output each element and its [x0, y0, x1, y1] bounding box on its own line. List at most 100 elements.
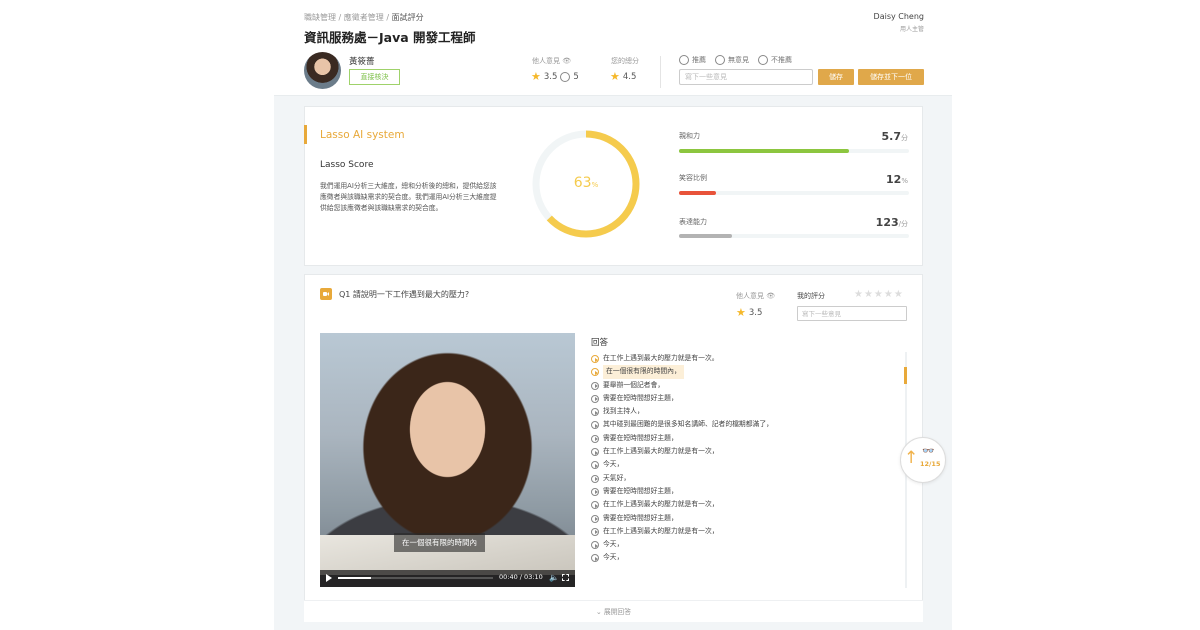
- others-opinion-label: 他人意見 👁: [736, 291, 775, 301]
- expand-label: 展開回答: [603, 608, 632, 616]
- your-total-value: 4.5: [622, 71, 637, 82]
- metric-label: 親和力: [679, 132, 700, 140]
- answer-item[interactable]: 在工作上遇到最大的壓力就是有一次，: [591, 445, 781, 458]
- play-circle-icon[interactable]: [591, 368, 599, 377]
- neutral-option[interactable]: 無意見: [715, 55, 749, 65]
- metric-unit: /分: [898, 220, 908, 228]
- candidate-avatar: [304, 52, 341, 89]
- answer-item[interactable]: 找到主持人，: [591, 405, 781, 418]
- glasses-icon: 👓: [922, 446, 935, 457]
- eye-icon[interactable]: 👁: [766, 292, 775, 300]
- metric-number: 123: [875, 216, 899, 229]
- others-rating-value: 3.5: [748, 307, 763, 318]
- not-recommend-option[interactable]: 不推薦: [758, 55, 792, 65]
- metric-value: 123/分: [876, 216, 908, 229]
- save-and-next-button[interactable]: 儲存並下一位: [858, 69, 924, 85]
- play-circle-icon[interactable]: [591, 487, 599, 496]
- play-circle-icon[interactable]: [591, 554, 599, 563]
- answer-text: 今天，: [603, 540, 624, 549]
- video-time: 00:40 / 03:10: [499, 573, 543, 581]
- play-circle-icon[interactable]: [591, 408, 599, 417]
- recommend-option[interactable]: 推薦: [679, 55, 706, 65]
- others-opinion-text: 他人意見: [736, 292, 764, 300]
- save-button[interactable]: 儲存: [818, 69, 854, 85]
- video-progress-bar[interactable]: [338, 577, 493, 579]
- play-circle-icon[interactable]: [591, 434, 599, 443]
- answer-item[interactable]: 在一個很有限的時間內，: [591, 365, 781, 379]
- play-circle-icon[interactable]: [591, 461, 599, 470]
- video-subtitle: 在一個很有限的時間內: [394, 533, 485, 552]
- answer-item[interactable]: 今天，: [591, 458, 781, 471]
- answer-item[interactable]: 需要在短時間想好主題，: [591, 432, 781, 445]
- answer-item[interactable]: 天氣好，: [591, 472, 781, 485]
- play-circle-icon[interactable]: [591, 514, 599, 523]
- arrow-up-icon[interactable]: ↑: [904, 448, 918, 468]
- metric-number: 12: [886, 173, 902, 186]
- others-opinion-label: 他人意見 👁: [532, 56, 571, 66]
- star-icon: ★: [736, 306, 746, 319]
- answer-item[interactable]: 在工作上遇到最大的壓力就是有一次，: [591, 498, 781, 511]
- my-score-label: 我的評分: [797, 292, 825, 300]
- answer-text: 天氣好，: [603, 473, 631, 482]
- answer-item[interactable]: 需要在短時間想好主題，: [591, 392, 781, 405]
- play-circle-icon[interactable]: [591, 474, 599, 483]
- metric-bar-fill: [679, 191, 716, 195]
- video-icon: [320, 288, 332, 300]
- your-total: ★ 4.5: [610, 71, 636, 82]
- answer-text: 需要在短時間想好主題，: [603, 486, 678, 495]
- play-circle-icon[interactable]: [591, 394, 599, 403]
- score-title: Lasso Score: [320, 160, 374, 170]
- not-recommend-label: 不推薦: [771, 56, 792, 64]
- answer-title: 回答: [591, 338, 609, 348]
- answer-item[interactable]: 在工作上遇到最大的壓力就是有一次。: [591, 352, 781, 365]
- play-icon[interactable]: [326, 574, 332, 582]
- score-unit: %: [591, 181, 599, 189]
- answer-text: 在一個很有限的時間內，: [603, 365, 684, 379]
- neutral-face-icon: [715, 55, 725, 65]
- video-progress-fill: [338, 577, 371, 579]
- direct-approve-button[interactable]: 直接核決: [349, 69, 400, 85]
- breadcrumb-separator: /: [386, 13, 390, 22]
- breadcrumb-item-applicants[interactable]: 應徵者管理: [344, 13, 384, 22]
- breadcrumb: 職缺管理 / 應徵者管理 / 面試評分: [304, 12, 424, 23]
- play-circle-icon[interactable]: [591, 381, 599, 390]
- metric-bar-track: [679, 234, 909, 238]
- answer-list: 在工作上遇到最大的壓力就是有一次。 在一個很有限的時間內， 要舉辦一個記者會， 需要在…: [591, 352, 781, 565]
- eye-icon[interactable]: 👁: [562, 57, 571, 65]
- answer-item[interactable]: 今天，: [591, 551, 781, 564]
- answer-item[interactable]: 需要在短時間想好主題，: [591, 485, 781, 498]
- metric-label: 笑容比例: [679, 174, 707, 182]
- question-others-rating: ★ 3.5: [736, 307, 762, 318]
- frown-icon: [758, 55, 768, 65]
- my-star-rating[interactable]: ★★★★★: [854, 289, 904, 300]
- play-circle-icon[interactable]: [591, 501, 599, 510]
- expand-answers-button[interactable]: ⌄ 展開回答: [304, 600, 923, 622]
- metric-bar-track: [679, 149, 909, 153]
- answer-text: 在工作上遇到最大的壓力就是有一次，: [603, 500, 719, 509]
- score-description: 我們運用AI分析三大維度，總和分析後的總和，提供給您該應徵者與該職缺需求的契合度…: [320, 182, 497, 212]
- metric-bar-fill: [679, 149, 850, 153]
- volume-icon[interactable]: 🔈: [549, 573, 559, 582]
- divider: [660, 56, 661, 88]
- play-circle-icon[interactable]: [591, 421, 599, 430]
- answer-item[interactable]: 在工作上遇到最大的壓力就是有一次，: [591, 525, 781, 538]
- answer-text: 其中碰到最困難的是很多知名講師、記者的檔期都滿了，: [603, 420, 773, 429]
- answer-scroll-thumb[interactable]: [904, 367, 907, 384]
- breadcrumb-separator: /: [338, 13, 342, 22]
- answer-item[interactable]: 要舉辦一個記者會，: [591, 379, 781, 392]
- play-circle-icon[interactable]: [591, 527, 599, 536]
- play-circle-icon[interactable]: [591, 355, 599, 363]
- user-name[interactable]: Daisy Cheng: [874, 12, 924, 21]
- star-icon: ★: [531, 70, 541, 83]
- play-circle-icon[interactable]: [591, 448, 599, 457]
- others-rating: ★ 3.5 5: [531, 71, 579, 82]
- answer-item[interactable]: 其中碰到最困難的是很多知名講師、記者的檔期都滿了，: [591, 418, 781, 431]
- answer-item[interactable]: 今天，: [591, 538, 781, 551]
- answer-text: 要舉辦一個記者會，: [603, 380, 665, 389]
- fullscreen-icon[interactable]: [562, 574, 569, 581]
- question-comment-input[interactable]: [797, 306, 907, 321]
- play-circle-icon[interactable]: [591, 541, 599, 550]
- comment-input[interactable]: [679, 69, 813, 85]
- answer-item[interactable]: 需要在短時間想好主題，: [591, 512, 781, 525]
- breadcrumb-item-jobs[interactable]: 職缺管理: [304, 13, 336, 22]
